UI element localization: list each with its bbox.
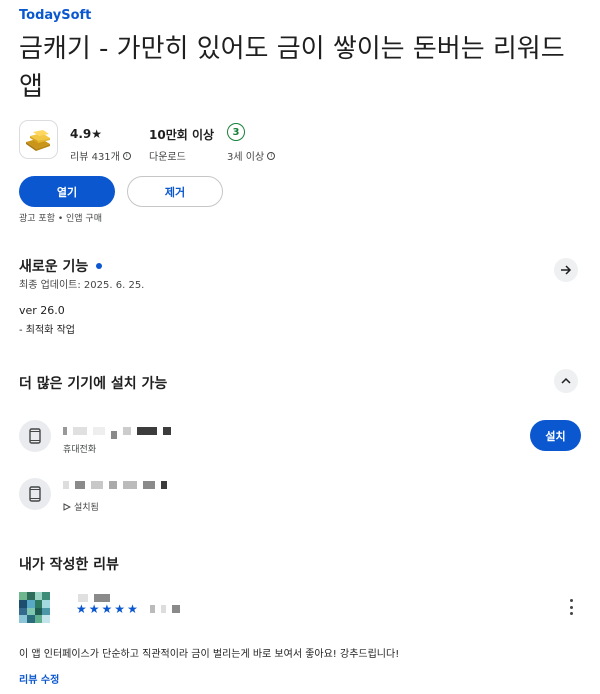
phone-icon bbox=[19, 420, 51, 452]
arrow-right-icon[interactable] bbox=[554, 258, 578, 282]
age-rating-badge: 3 bbox=[227, 123, 245, 141]
more-options-icon[interactable] bbox=[568, 599, 574, 615]
star-icon: ★ bbox=[127, 602, 139, 616]
age-label: 3세 이상 bbox=[227, 152, 265, 163]
developer-name[interactable]: TodaySoft bbox=[19, 8, 91, 23]
chevron-up-icon[interactable] bbox=[554, 369, 578, 393]
device-name-redacted bbox=[63, 481, 167, 489]
downloads-label: 다운로드 bbox=[149, 152, 186, 163]
rating-stat: 4.9★ 리뷰 431개 i bbox=[70, 126, 131, 163]
downloads-stat: 10만회 이상 다운로드 bbox=[149, 126, 215, 164]
devices-title: 더 많은 기기에 설치 가능 bbox=[19, 376, 168, 392]
avatar bbox=[19, 592, 50, 623]
review-text: 이 앱 인터페이스가 단순하고 직관적이라 금이 벌리는게 바로 보여서 좋아요… bbox=[19, 649, 400, 660]
ads-note: 광고 포함 • 인앱 구매 bbox=[19, 214, 102, 224]
version-text: ver 26.0 bbox=[19, 304, 65, 317]
release-notes: - 최적화 작업 bbox=[19, 325, 75, 336]
phone-icon bbox=[19, 478, 51, 510]
new-indicator-dot bbox=[96, 263, 103, 269]
info-icon[interactable]: i bbox=[267, 151, 276, 160]
app-title: 금캐기 - 가만히 있어도 금이 쌓이는 돈버는 리워드 앱 bbox=[19, 34, 565, 102]
last-updated: 최종 업데이트: 2025. 6. 25. bbox=[19, 280, 145, 291]
downloads-value: 10만회 이상 bbox=[149, 127, 215, 142]
reviewer-name-redacted bbox=[78, 594, 110, 602]
device-name-redacted bbox=[63, 423, 171, 439]
install-button[interactable]: 설치 bbox=[530, 420, 581, 451]
whats-new-heading: 새로운 기능 bbox=[19, 256, 103, 276]
star-icon: ★ bbox=[114, 602, 127, 616]
rating-label-row[interactable]: 리뷰 431개 i bbox=[70, 148, 131, 163]
rating-label: 리뷰 431개 bbox=[70, 152, 120, 163]
app-icon bbox=[19, 120, 58, 159]
star-icon: ★ bbox=[88, 602, 101, 616]
rating-value: 4.9★ bbox=[70, 127, 103, 141]
age-label-row[interactable]: 3세 이상 i bbox=[227, 148, 276, 163]
my-review-heading: 내가 작성한 리뷰 bbox=[19, 554, 119, 574]
device-status: 설치됨 bbox=[74, 503, 99, 513]
open-button[interactable]: 열기 bbox=[19, 176, 115, 207]
review-date-redacted bbox=[150, 605, 180, 613]
uninstall-button[interactable]: 제거 bbox=[127, 176, 223, 207]
gold-bars-icon bbox=[25, 129, 50, 151]
review-stars: ★ ★ ★ ★ ★ bbox=[76, 602, 139, 616]
edit-review-link[interactable]: 리뷰 수정 bbox=[19, 671, 59, 686]
age-rating-stat: 3 3세 이상 i bbox=[227, 123, 276, 163]
device-type: 휴대전화 bbox=[63, 445, 97, 455]
play-icon bbox=[63, 502, 71, 511]
whats-new-title: 새로운 기능 bbox=[19, 259, 89, 275]
my-review-title: 내가 작성한 리뷰 bbox=[19, 557, 119, 573]
devices-heading: 더 많은 기기에 설치 가능 bbox=[19, 373, 167, 393]
star-icon: ★ bbox=[101, 602, 114, 616]
star-icon: ★ bbox=[76, 602, 88, 616]
device-status-row: 설치됨 bbox=[63, 500, 99, 513]
info-icon[interactable]: i bbox=[122, 151, 131, 160]
